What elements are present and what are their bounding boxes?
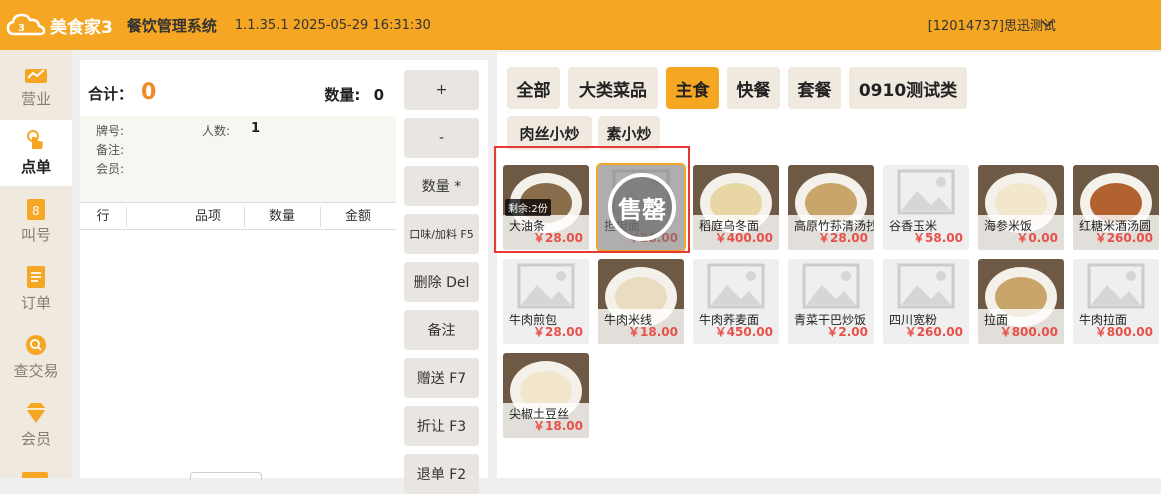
logo-text: 美食家3 xyxy=(50,17,113,38)
sidebar-item-label: 查交易 xyxy=(13,362,59,380)
dish-card[interactable]: 稻庭乌冬面 ￥400.00 xyxy=(693,165,779,250)
dish-card[interactable]: 海参米饭 ￥0.00 xyxy=(978,165,1064,250)
return-button[interactable]: 退单 F2 xyxy=(404,454,479,494)
dish-price: ￥800.00 xyxy=(999,325,1058,339)
dish-card[interactable]: 四川宽粉 ￥260.00 xyxy=(883,259,969,344)
sidebar-item-business[interactable]: 营业 xyxy=(0,52,72,118)
category-vegetable[interactable]: 素小炒 xyxy=(598,116,660,150)
people-value[interactable]: 1 xyxy=(251,121,260,136)
svg-text:3: 3 xyxy=(18,23,25,34)
cloud-icon: 3 xyxy=(6,13,46,36)
order-table-header: 行 品项 数量 金额 xyxy=(80,202,396,230)
dish-price: ￥18.00 xyxy=(628,325,678,339)
plus-button[interactable]: + xyxy=(404,70,479,110)
people-label: 人数: xyxy=(202,124,231,138)
category-set-meal[interactable]: 套餐 xyxy=(788,67,841,109)
sidebar-item-transactions[interactable]: 查交易 xyxy=(0,324,72,390)
document-icon xyxy=(27,266,45,288)
discount-button[interactable]: 折让 F3 xyxy=(404,406,479,446)
flavor-button[interactable]: 口味/加料 F5 xyxy=(404,214,479,254)
category-staple[interactable]: 主食 xyxy=(666,67,719,109)
dish-price: ￥2.00 xyxy=(826,325,868,339)
top-bar: 3 美食家3 餐饮管理系统 1.1.35.1 2025-05-29 16:31:… xyxy=(0,0,1161,50)
highlight-annotation xyxy=(494,146,690,253)
tap-icon xyxy=(27,130,43,149)
dish-price: ￥450.00 xyxy=(714,325,773,339)
sidebar-more-icon xyxy=(22,472,48,478)
sidebar-item-order[interactable]: 点单 xyxy=(0,120,72,186)
dish-price: ￥0.00 xyxy=(1016,231,1058,245)
delete-button[interactable]: 删除 Del xyxy=(404,262,479,302)
sidebar: 营业 点单 8 叫号 订单 查交易 会员 xyxy=(0,50,72,478)
dish-card[interactable]: 牛肉拉面 ￥800.00 xyxy=(1073,259,1159,344)
gift-button[interactable]: 赠送 F7 xyxy=(404,358,479,398)
quantity-button[interactable]: 数量 * xyxy=(404,166,479,206)
quantity-row: 数量: 0 xyxy=(324,84,384,105)
dish-price: ￥800.00 xyxy=(1094,325,1153,339)
dish-price: ￥400.00 xyxy=(714,231,773,245)
sidebar-item-member[interactable]: 会员 xyxy=(0,392,72,458)
dish-price: ￥28.00 xyxy=(818,231,868,245)
dish-card[interactable]: 谷香玉米 ￥58.00 xyxy=(883,165,969,250)
search-coin-icon xyxy=(26,335,46,355)
dish-card[interactable]: 牛肉米线 ￥18.00 xyxy=(598,259,684,344)
sidebar-item-call-number[interactable]: 8 叫号 xyxy=(0,188,72,254)
user-account[interactable]: [12014737]思迅测试 xyxy=(928,15,1056,34)
total-row: 合计： 0 xyxy=(88,80,156,105)
category-main-dishes[interactable]: 大类菜品 xyxy=(568,67,658,109)
note-label: 备注: xyxy=(96,143,125,157)
sidebar-item-label: 会员 xyxy=(20,430,51,448)
col-row: 行 xyxy=(96,209,110,224)
dish-card[interactable]: 牛肉煎包 ￥28.00 xyxy=(503,259,589,344)
dish-card[interactable]: 尖椒土豆丝 ￥18.00 xyxy=(503,353,589,438)
category-fast-food[interactable]: 快餐 xyxy=(727,67,780,109)
svg-text:8: 8 xyxy=(32,204,40,218)
total-label: 合计： xyxy=(88,85,134,103)
order-info: 牌号: 人数: 1 备注: 会员: xyxy=(80,116,396,202)
app-logo: 3 美食家3 xyxy=(6,12,113,38)
sidebar-item-label: 叫号 xyxy=(20,226,51,244)
sidebar-item-label: 订单 xyxy=(20,294,51,312)
category-test[interactable]: 0910测试类 xyxy=(849,67,967,109)
dish-card[interactable]: 青菜干巴炒饭 ￥2.00 xyxy=(788,259,874,344)
version-time: 1.1.35.1 2025-05-29 16:31:30 xyxy=(234,17,431,33)
dish-card[interactable]: 高原竹荪清汤抄手￥28.00 xyxy=(788,165,874,250)
sidebar-item-orders[interactable]: 订单 xyxy=(0,256,72,322)
dish-price: ￥260.00 xyxy=(904,325,963,339)
col-qty: 数量 xyxy=(268,209,295,224)
sidebar-item-label: 点单 xyxy=(20,158,51,176)
dish-price: ￥28.00 xyxy=(533,325,583,339)
menu-area: 全部 大类菜品 主食 快餐 套餐 0910测试类 肉丝小炒 素小炒 剩余:2份大… xyxy=(497,52,1161,478)
note-button[interactable]: 备注 xyxy=(404,310,479,350)
dish-card[interactable]: 牛肉荞麦面 ￥450.00 xyxy=(693,259,779,344)
diamond-icon xyxy=(26,403,46,423)
action-column: + - 数量 * 口味/加料 F5 删除 Del 备注 赠送 F7 折让 F3 … xyxy=(396,60,488,494)
dish-price: ￥18.00 xyxy=(533,419,583,433)
member-label: 会员: xyxy=(96,162,125,176)
app-title: 餐饮管理系统 xyxy=(126,16,217,35)
quantity-label: 数量: xyxy=(324,86,361,104)
sidebar-item-label: 营业 xyxy=(20,90,51,108)
category-all[interactable]: 全部 xyxy=(507,67,560,109)
col-amount: 金额 xyxy=(344,209,371,224)
dish-card[interactable]: 拉面 ￥800.00 xyxy=(978,259,1064,344)
total-value: 0 xyxy=(141,80,157,105)
dish-card[interactable]: 红糖米酒汤圆 ￥260.00 xyxy=(1073,165,1159,250)
chart-icon xyxy=(25,69,47,83)
dish-price: ￥260.00 xyxy=(1094,231,1153,245)
minus-button[interactable]: - xyxy=(404,118,479,158)
order-panel: 合计： 0 数量: 0 牌号: 人数: 1 备注: 会员: 行 品项 数量 金额 xyxy=(80,60,396,480)
category-shredded-pork[interactable]: 肉丝小炒 xyxy=(507,116,592,150)
plate-label: 牌号: xyxy=(96,124,125,138)
scrollbar[interactable] xyxy=(190,472,262,480)
dish-price: ￥58.00 xyxy=(913,231,963,245)
quantity-value: 0 xyxy=(373,86,384,104)
number-icon: 8 xyxy=(27,199,45,220)
chevron-down-icon[interactable] xyxy=(1041,20,1053,28)
